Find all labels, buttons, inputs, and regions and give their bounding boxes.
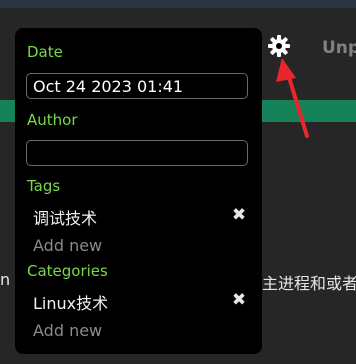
categories-label: Categories <box>27 262 108 280</box>
background-text-left: n <box>0 270 11 289</box>
category-item: Linux技术 ✖ <box>33 290 251 314</box>
remove-tag-button[interactable]: ✖ <box>229 205 249 225</box>
background-text-right: 主进程和或者 <box>262 274 356 293</box>
date-input[interactable] <box>26 73 248 99</box>
add-tag-input[interactable]: Add new <box>33 236 102 255</box>
category-item-label: Linux技术 <box>33 294 109 313</box>
background-header-text: Unp <box>322 38 356 58</box>
remove-category-button[interactable]: ✖ <box>229 290 249 310</box>
author-label: Author <box>27 111 78 129</box>
tags-label: Tags <box>27 177 61 195</box>
date-label: Date <box>27 43 63 61</box>
post-settings-popup: Date Author Tags 调试技术 ✖ Add new Categori… <box>15 28 262 354</box>
tag-item: 调试技术 ✖ <box>33 205 251 229</box>
red-arrow-icon <box>276 58 309 138</box>
top-bar <box>0 0 356 8</box>
tag-item-label: 调试技术 <box>33 209 98 228</box>
add-category-input[interactable]: Add new <box>33 321 102 340</box>
author-input[interactable] <box>26 140 248 166</box>
